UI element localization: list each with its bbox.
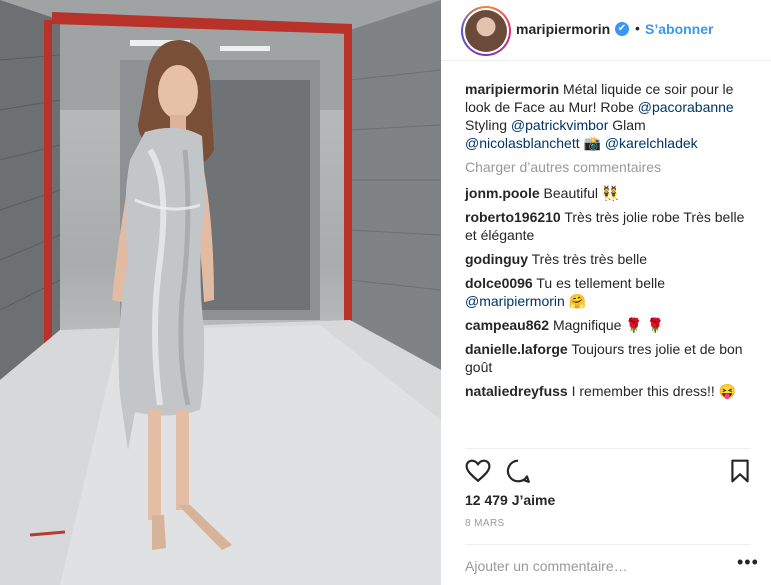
caption-username[interactable]: maripiermorin [465, 81, 559, 97]
comment-text: Beautiful 👯 [539, 185, 620, 201]
comment-item: jonm.poole Beautiful 👯 [465, 184, 755, 202]
comment-item: nataliedreyfuss I remember this dress!! … [465, 382, 755, 400]
comment-username[interactable]: campeau862 [465, 317, 549, 333]
post-photo-illustration [0, 0, 441, 585]
bookmark-icon[interactable] [727, 458, 753, 484]
caption-mention[interactable]: @patrickvimbor [511, 117, 608, 133]
comment-mention[interactable]: @maripiermorin [465, 293, 565, 309]
caption-text: Styling [465, 117, 511, 133]
caption-mention[interactable]: @nicolasblanchett [465, 135, 580, 151]
action-bar [465, 458, 751, 486]
verified-badge-icon: ✔ [615, 22, 629, 36]
comment-username[interactable]: godinguy [465, 251, 528, 267]
caption: maripiermorin Métal liquide ce soir pour… [465, 80, 755, 152]
comment-item: danielle.laforge Toujours tres jolie et … [465, 340, 755, 376]
comment-text: Très très très belle [528, 251, 648, 267]
comment-text: Tu es tellement belle [532, 275, 666, 291]
divider [465, 448, 751, 449]
header-separator: • [635, 20, 640, 36]
avatar-image [465, 10, 507, 52]
caption-text: 📸 [579, 135, 605, 151]
post-photo[interactable] [0, 0, 441, 585]
avatar-frame [463, 8, 509, 54]
add-comment-input[interactable] [465, 556, 735, 576]
comment-item: godinguy Très très très belle [465, 250, 755, 268]
caption-text: Glam [608, 117, 646, 133]
comment-icon[interactable] [505, 458, 531, 484]
load-more-comments-link[interactable]: Charger d’autres commentaires [465, 158, 755, 176]
avatar[interactable] [461, 6, 511, 56]
post-header: maripiermorin ✔ • S’abonner [441, 0, 771, 61]
comment-item: campeau862 Magnifique 🌹 🌹 [465, 316, 755, 334]
more-options-icon[interactable]: ••• [737, 552, 759, 573]
likes-count[interactable]: 12 479 J’aime [465, 492, 555, 508]
comment-item: roberto196210 Très très jolie robe Très … [465, 208, 755, 244]
comment-username[interactable]: roberto196210 [465, 209, 561, 225]
comment-username[interactable]: jonm.poole [465, 185, 540, 201]
heart-icon[interactable] [465, 458, 491, 484]
comment-text: Magnifique 🌹 🌹 [549, 317, 665, 333]
header-username[interactable]: maripiermorin [516, 21, 610, 37]
follow-button[interactable]: S’abonner [645, 21, 713, 37]
post-side-panel: maripiermorin ✔ • S’abonner maripiermori… [441, 0, 771, 585]
comments-list: maripiermorin Métal liquide ce soir pour… [465, 80, 755, 406]
comment-item: dolce0096 Tu es tellement belle @maripie… [465, 274, 755, 310]
comment-text: 🤗 [564, 293, 587, 309]
comment-username[interactable]: danielle.laforge [465, 341, 568, 357]
comment-username[interactable]: nataliedreyfuss [465, 383, 568, 399]
caption-mention[interactable]: @pacorabanne [638, 99, 734, 115]
caption-mention[interactable]: @karelchladek [605, 135, 698, 151]
comment-text: I remember this dress!! 😝 [567, 383, 737, 399]
post-date[interactable]: 8 MARS [465, 518, 505, 529]
comment-username[interactable]: dolce0096 [465, 275, 533, 291]
divider [465, 544, 751, 545]
